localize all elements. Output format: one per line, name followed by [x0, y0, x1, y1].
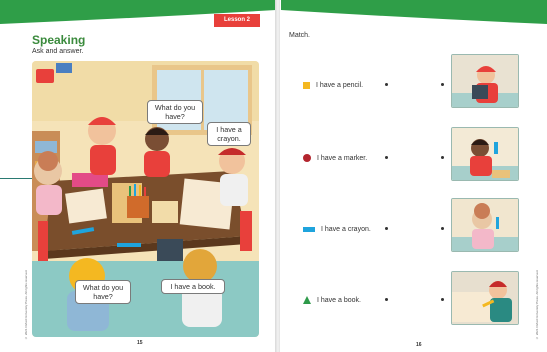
speech-bubble-question-bottom: What do you have?: [75, 280, 131, 304]
picture-girl-with-crayon: [451, 198, 519, 252]
lesson-tab: Lesson 2: [214, 14, 260, 27]
match-item-label: I have a book.: [317, 296, 361, 304]
child-boy-dark-hair: [144, 127, 170, 177]
book-illustration: [157, 239, 183, 261]
square-marker-icon: [303, 81, 310, 89]
match-item-label: I have a pencil.: [316, 81, 364, 89]
page-number-left: 15: [137, 340, 143, 346]
match-instruction: Match.: [289, 32, 311, 39]
match-item-marker: I have a marker.: [303, 153, 367, 163]
match-dot-right[interactable]: [441, 227, 444, 230]
apple-poster: [36, 69, 54, 83]
page-number-right: 16: [416, 342, 422, 348]
match-dot-left[interactable]: [385, 298, 388, 301]
speech-bubble-question-top: What do you have?: [147, 100, 203, 124]
picture-girl-with-book: [451, 54, 519, 108]
rectangle-marker-icon: [303, 226, 315, 232]
match-dot-right[interactable]: [441, 298, 444, 301]
header-band-right: [281, 0, 547, 24]
match-item-pencil: I have a pencil.: [303, 80, 363, 90]
picture-boy-with-marker: [451, 127, 519, 181]
speech-bubble-answer-crayon: I have a crayon.: [207, 122, 251, 146]
match-dot-right[interactable]: [441, 156, 444, 159]
match-item-crayon: I have a crayon.: [303, 224, 371, 234]
section-instruction: Ask and answer.: [32, 48, 84, 55]
match-dot-right[interactable]: [441, 83, 444, 86]
match-dot-left[interactable]: [385, 83, 388, 86]
classroom-scene-image: [32, 61, 259, 337]
triangle-marker-icon: [303, 296, 311, 304]
match-dot-left[interactable]: [385, 156, 388, 159]
match-item-label: I have a crayon.: [321, 225, 371, 233]
child-boy-red-cap: [218, 148, 248, 206]
section-title: Speaking: [32, 33, 86, 47]
left-page: Lesson 2 Speaking Ask and answer. What d…: [0, 0, 276, 352]
picture-boy-with-pencil: [451, 271, 519, 325]
textbook-spread: Lesson 2 Speaking Ask and answer. What d…: [0, 0, 547, 352]
circle-marker-icon: [303, 154, 311, 162]
match-item-label: I have a marker.: [317, 154, 368, 162]
match-item-book: I have a book.: [303, 295, 361, 305]
speech-bubble-answer-book: I have a book.: [161, 279, 225, 294]
copyright-notice-left: © 2021 Oxford University Press. All righ…: [24, 269, 28, 340]
copyright-notice-right: © 2021 Oxford University Press. All righ…: [535, 269, 539, 340]
match-dot-left[interactable]: [385, 227, 388, 230]
classroom-illustration: What do you have? I have a crayon. What …: [32, 61, 259, 337]
